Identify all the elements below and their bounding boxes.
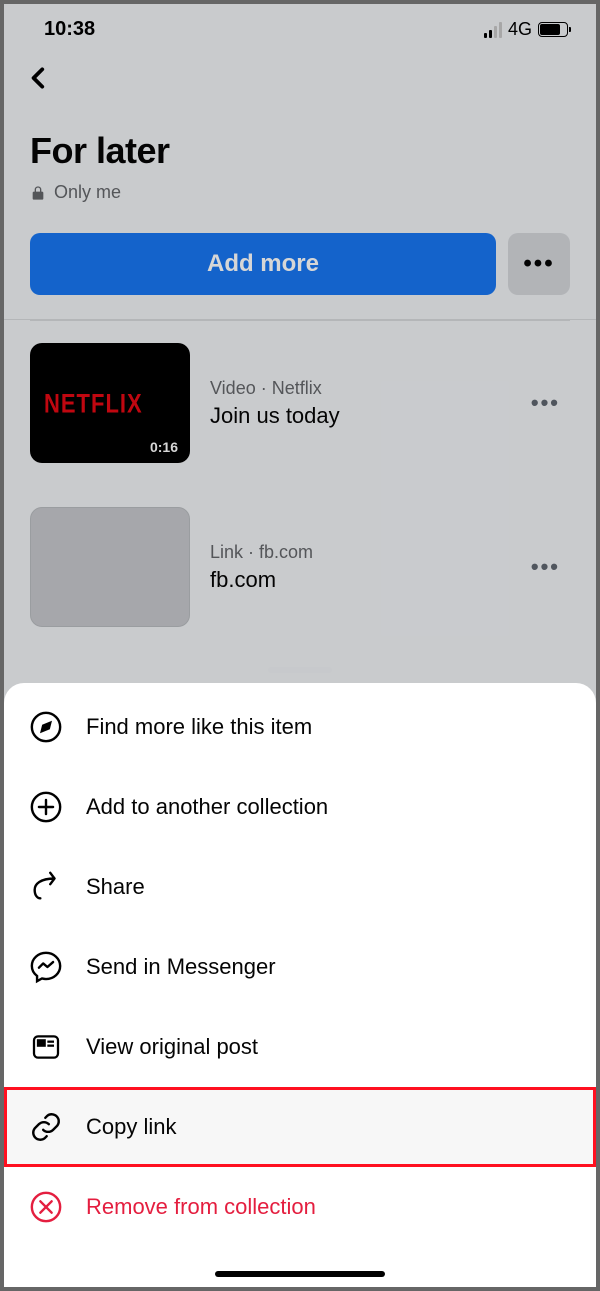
lock-icon (30, 185, 46, 201)
sheet-find-more[interactable]: Find more like this item (4, 687, 596, 767)
sheet-label: Send in Messenger (86, 954, 276, 980)
home-indicator[interactable] (215, 1271, 385, 1277)
netflix-logo: NETFLIX (44, 388, 143, 419)
saved-item[interactable]: NETFLIX 0:16 Video · Netflix Join us tod… (30, 321, 570, 485)
network-label: 4G (508, 19, 532, 40)
privacy-row[interactable]: Only me (30, 182, 570, 203)
plus-circle-icon (28, 789, 64, 825)
sheet-share[interactable]: Share (4, 847, 596, 927)
video-duration: 0:16 (144, 437, 184, 457)
action-sheet: Find more like this item Add to another … (4, 683, 596, 1287)
sheet-label: Remove from collection (86, 1194, 316, 1220)
link-icon (28, 1109, 64, 1145)
compass-icon (28, 709, 64, 745)
sheet-label: View original post (86, 1034, 258, 1060)
item-title: fb.com (210, 567, 501, 593)
add-more-button[interactable]: Add more (30, 233, 496, 295)
video-thumbnail: NETFLIX 0:16 (30, 343, 190, 463)
privacy-label: Only me (54, 182, 121, 203)
sheet-view-post[interactable]: View original post (4, 1007, 596, 1087)
signal-icon (484, 22, 502, 38)
sheet-label: Add to another collection (86, 794, 328, 820)
sheet-label: Find more like this item (86, 714, 312, 740)
page-title: For later (30, 130, 570, 172)
sheet-copy-link[interactable]: Copy link (4, 1087, 596, 1167)
status-indicators: 4G (484, 19, 568, 40)
status-bar: 10:38 4G (4, 4, 596, 51)
page-header: For later Only me (4, 102, 596, 213)
sheet-label: Share (86, 874, 145, 900)
battery-icon (538, 22, 568, 37)
nav-bar (4, 51, 596, 102)
messenger-icon (28, 949, 64, 985)
sheet-add-collection[interactable]: Add to another collection (4, 767, 596, 847)
item-title: Join us today (210, 403, 501, 429)
link-thumbnail (30, 507, 190, 627)
collection-more-button[interactable]: ••• (508, 233, 570, 295)
sheet-messenger[interactable]: Send in Messenger (4, 927, 596, 1007)
item-meta: Video · Netflix (210, 378, 501, 399)
sheet-remove[interactable]: Remove from collection (4, 1167, 596, 1247)
status-time: 10:38 (44, 18, 95, 41)
sheet-label: Copy link (86, 1114, 176, 1140)
item-more-button[interactable]: ••• (521, 380, 570, 426)
back-button[interactable] (26, 63, 56, 93)
post-icon (28, 1029, 64, 1065)
sheet-grabber[interactable] (268, 667, 332, 673)
share-icon (28, 869, 64, 905)
remove-circle-icon (28, 1189, 64, 1225)
item-meta: Link · fb.com (210, 542, 501, 563)
more-icon: ••• (523, 250, 554, 278)
item-more-button[interactable]: ••• (521, 544, 570, 590)
saved-item[interactable]: Link · fb.com fb.com ••• (30, 485, 570, 649)
